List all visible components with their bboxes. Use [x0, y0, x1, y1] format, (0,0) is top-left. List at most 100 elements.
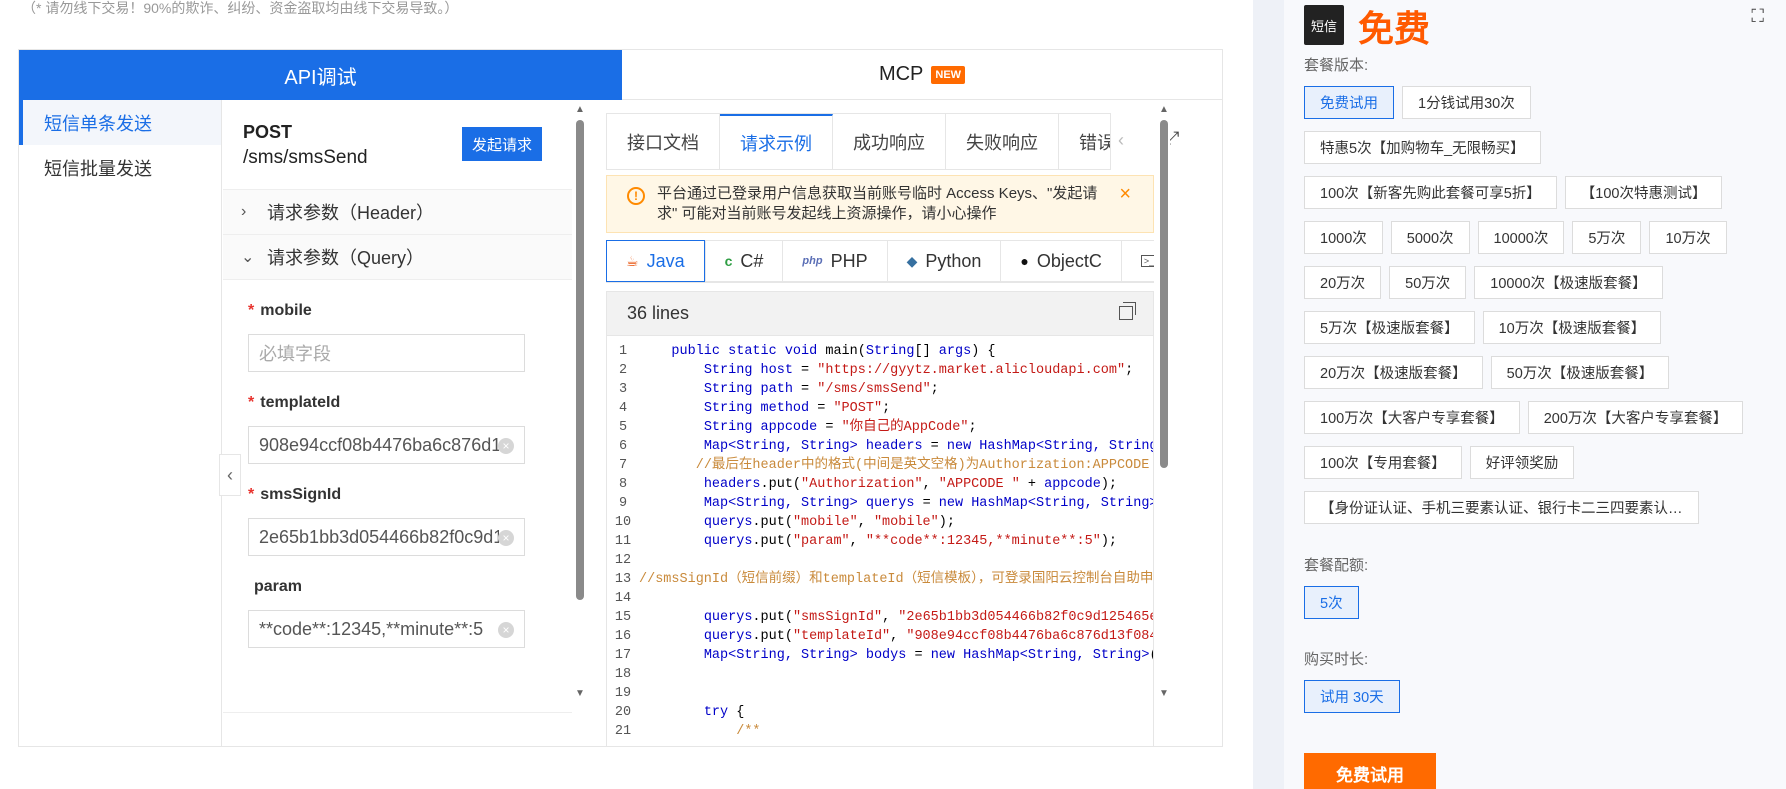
- version-option[interactable]: 20万次: [1304, 266, 1382, 299]
- code-token: //最后在header中的格式(中间是英文空格)为Authorization:A…: [695, 458, 1150, 473]
- version-option[interactable]: 5000次: [1390, 221, 1470, 254]
- send-request-button[interactable]: 发起请求: [462, 127, 542, 161]
- code-token: ) {: [971, 344, 996, 359]
- scroll-down-icon[interactable]: ▼: [1158, 688, 1170, 699]
- tab-success-response[interactable]: 成功响应: [833, 114, 946, 169]
- tab-failure-response[interactable]: 失败响应: [946, 114, 1059, 169]
- version-option[interactable]: 【身份证认证、手机三要素认证、银行卡二三四要素认…: [1304, 491, 1699, 524]
- tab-lang-objectc[interactable]: ● ObjectC: [1000, 240, 1121, 282]
- version-option[interactable]: 免费试用: [1304, 86, 1394, 119]
- copy-icon[interactable]: [1119, 302, 1136, 320]
- line-number: 20: [614, 705, 632, 720]
- section-header-params[interactable]: › 请求参数（Header）: [223, 190, 572, 235]
- version-option[interactable]: 100次【专用套餐】: [1304, 446, 1462, 479]
- code-token: "Authorization": [801, 477, 923, 492]
- section-divider: [223, 712, 572, 746]
- chevron-left-icon[interactable]: ‹: [1118, 130, 1124, 151]
- clear-icon[interactable]: ×: [498, 622, 514, 638]
- code-token: .put(: [752, 534, 793, 549]
- nav-item-sms-batch[interactable]: 短信批量发送: [19, 145, 221, 190]
- code-line: 15 querys.put("smsSignId", "2e65b1bb3d05…: [607, 608, 1153, 627]
- tab-lang-python[interactable]: ◆ Python: [886, 240, 1001, 282]
- tab-lang-php[interactable]: php PHP: [782, 240, 887, 282]
- scroll-down-icon[interactable]: ▼: [574, 688, 586, 699]
- version-option[interactable]: 10000次: [1477, 221, 1565, 254]
- product-logo: 短信: [1304, 5, 1344, 45]
- mobile-input[interactable]: 必填字段: [248, 334, 525, 372]
- version-option[interactable]: 1分钱试用30次: [1402, 86, 1531, 119]
- duration-option[interactable]: 试用 30天: [1304, 680, 1400, 713]
- free-trial-button[interactable]: 免费试用: [1304, 753, 1436, 789]
- code-line: 21 /**: [607, 722, 1153, 741]
- version-option[interactable]: 10万次: [1649, 221, 1727, 254]
- version-option[interactable]: 50万次: [1389, 266, 1467, 299]
- collapse-panel-button[interactable]: ‹: [219, 454, 241, 496]
- scroll-thumb[interactable]: [1160, 120, 1168, 468]
- version-option[interactable]: 200万次【大客户专享套餐】: [1527, 401, 1744, 434]
- version-option[interactable]: 1000次: [1304, 221, 1383, 254]
- tab-request-example[interactable]: 请求示例: [720, 114, 833, 169]
- tab-api-debug[interactable]: API调试: [19, 50, 622, 100]
- line-number: 11: [614, 534, 632, 549]
- coffee-icon: ☕: [626, 252, 639, 269]
- section-query-params-label: 请求参数（Query）: [267, 248, 425, 268]
- version-option[interactable]: 5万次: [1572, 221, 1642, 254]
- template-id-input[interactable]: 908e94ccf08b4476ba6c876d13f084ad×: [248, 426, 525, 464]
- code-token: );: [938, 515, 955, 530]
- tab-error-codes[interactable]: 错误码: [1059, 114, 1110, 169]
- field-sms-sign-id: * smsSignId 2e65b1bb3d054466b82f0c9d12546…: [223, 486, 572, 556]
- version-option[interactable]: 好评领奖励: [1469, 446, 1575, 479]
- tab-api-docs[interactable]: 接口文档: [607, 114, 720, 169]
- param-input[interactable]: **code**:12345,**minute**:5 ×: [248, 610, 525, 648]
- code-line: 14: [607, 589, 1153, 608]
- version-option[interactable]: 100万次【大客户专享套餐】: [1304, 401, 1520, 434]
- csharp-icon: c: [724, 253, 733, 269]
- tab-mcp[interactable]: MCP NEW: [622, 50, 1222, 100]
- code-line: 18: [607, 665, 1153, 684]
- code-line: 3 String path = "/sms/smsSend";: [607, 380, 1153, 399]
- version-option[interactable]: 特惠5次【加购物车_无限畅买】: [1304, 131, 1541, 164]
- code-token: ;: [968, 420, 977, 435]
- template-id-value: 908e94ccf08b4476ba6c876d13f084ad: [259, 434, 499, 455]
- field-label: templateId: [260, 394, 341, 411]
- sms-sign-id-input[interactable]: 2e65b1bb3d054466b82f0c9d125465e2×: [248, 518, 525, 556]
- clear-icon[interactable]: ×: [498, 438, 514, 454]
- params-scrollbar[interactable]: ▲ ▼: [574, 100, 586, 700]
- clear-icon[interactable]: ×: [498, 530, 514, 546]
- code-token: new: [946, 439, 980, 454]
- version-option[interactable]: 100次【新客先购此套餐可享5折】: [1304, 176, 1557, 209]
- code-line: 1 public static void main(String[] args)…: [607, 342, 1153, 361]
- version-option[interactable]: 【100次特惠测试】: [1564, 176, 1723, 209]
- version-option[interactable]: 50万次【极速版套餐】: [1490, 356, 1670, 389]
- spec-option[interactable]: 5次: [1304, 586, 1359, 619]
- tab-lang-curl[interactable]: >_curl: [1120, 240, 1154, 282]
- tab-lang-csharp[interactable]: c C#: [704, 240, 783, 282]
- scroll-thumb[interactable]: [576, 120, 584, 600]
- code-token: =: [809, 401, 834, 416]
- version-option[interactable]: 5万次【极速版套餐】: [1304, 311, 1475, 344]
- scroll-up-icon[interactable]: ▲: [574, 104, 586, 115]
- code-token: appcode: [760, 420, 818, 435]
- code-token: ,: [849, 534, 866, 549]
- duration-options: 试用 30天: [1304, 680, 1774, 713]
- version-options: 免费试用 1分钱试用30次特惠5次【加购物车_无限畅买】 100次【新客先购此套餐可…: [1304, 86, 1774, 524]
- tab-lang-java[interactable]: ☕ Java: [606, 240, 705, 282]
- close-icon[interactable]: ×: [1119, 184, 1131, 204]
- tab-mcp-label: MCP: [878, 63, 924, 85]
- version-option[interactable]: 10000次【极速版套餐】: [1474, 266, 1663, 299]
- doc-tabs: 接口文档 请求示例 成功响应 失败响应 错误码: [606, 113, 1111, 170]
- version-option[interactable]: 20万次【极速版套餐】: [1304, 356, 1483, 389]
- version-option[interactable]: 10万次【极速版套餐】: [1482, 311, 1662, 344]
- code-line: 4 String method = "POST";: [607, 399, 1153, 418]
- fullscreen-icon[interactable]: ⛶: [1751, 6, 1764, 27]
- new-badge: NEW: [931, 65, 966, 84]
- scroll-up-icon[interactable]: ▲: [1158, 104, 1170, 115]
- nav-item-sms-single[interactable]: 短信单条发送: [19, 100, 221, 145]
- section-query-params[interactable]: ⌄ 请求参数（Query）: [223, 235, 572, 280]
- code-token: =: [792, 382, 818, 397]
- terminal-icon: >_: [1140, 255, 1154, 267]
- docs-scrollbar[interactable]: ▲ ▼: [1158, 100, 1170, 700]
